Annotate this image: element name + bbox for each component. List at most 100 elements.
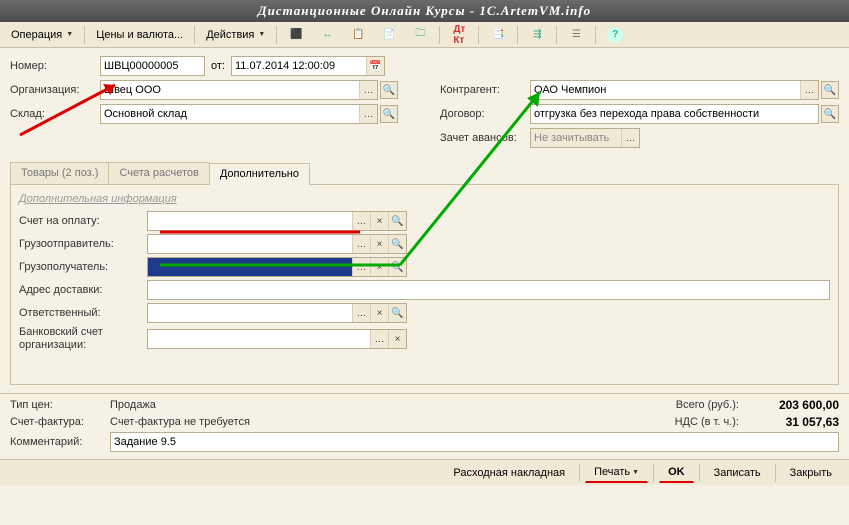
toolbar-icon-8[interactable]: ⇶ xyxy=(522,25,552,45)
contragent-input[interactable] xyxy=(531,81,800,99)
section-title: Дополнительная информация xyxy=(19,193,830,205)
bankacct-label: Банковский счет организации: xyxy=(19,326,147,352)
responsible-input[interactable] xyxy=(148,304,352,322)
contract-search-icon[interactable]: 🔍 xyxy=(821,105,839,123)
footer: Тип цен: Продажа Всего (руб.): 203 600,0… xyxy=(0,393,849,459)
ellipsis-icon[interactable]: … xyxy=(359,105,377,123)
ellipsis-icon[interactable]: … xyxy=(359,81,377,99)
ellipsis-icon[interactable]: … xyxy=(370,330,388,348)
contract-field[interactable] xyxy=(530,104,819,124)
warehouse-field[interactable]: … xyxy=(100,104,378,124)
tabs: Товары (2 поз.) Счета расчетов Дополните… xyxy=(10,162,839,185)
consignee-field[interactable]: …×🔍 xyxy=(147,257,407,277)
toolbar-icon-2[interactable]: ↔ xyxy=(312,25,342,45)
advance-field[interactable]: … xyxy=(530,128,640,148)
tab-accounts[interactable]: Счета расчетов xyxy=(108,162,209,184)
clear-icon[interactable]: × xyxy=(388,330,406,348)
chevron-down-icon: ▼ xyxy=(258,31,265,38)
actions-menu[interactable]: Действия ▼ xyxy=(199,25,272,45)
consignee-input[interactable] xyxy=(148,258,352,276)
shipper-input[interactable] xyxy=(148,235,352,253)
clear-icon[interactable]: × xyxy=(370,258,388,276)
invoice-input[interactable] xyxy=(148,212,352,230)
calendar-icon[interactable]: 📅 xyxy=(366,57,384,75)
invoice-field[interactable]: …×🔍 xyxy=(147,211,407,231)
tab-goods[interactable]: Товары (2 поз.) xyxy=(10,162,109,184)
prices-currency-button[interactable]: Цены и валюта... xyxy=(89,25,190,45)
toolbar: Операция▼ Цены и валюта... Действия ▼ ⬛ ↔… xyxy=(0,22,849,48)
number-input[interactable] xyxy=(101,57,204,75)
invoice: Счет-фактура не требуется xyxy=(110,416,250,428)
warehouse-search-icon[interactable]: 🔍 xyxy=(380,105,398,123)
search-icon[interactable]: 🔍 xyxy=(388,304,406,322)
close-button[interactable]: Закрыть xyxy=(781,463,841,483)
bankacct-input[interactable] xyxy=(148,330,370,348)
date-field[interactable]: 📅 xyxy=(231,56,385,76)
clear-icon[interactable]: × xyxy=(370,304,388,322)
ellipsis-icon[interactable]: … xyxy=(621,129,639,147)
search-icon[interactable]: 🔍 xyxy=(388,212,406,230)
warehouse-input[interactable] xyxy=(101,105,359,123)
date-input[interactable] xyxy=(232,57,366,75)
contragent-field[interactable]: … xyxy=(530,80,819,100)
operation-menu[interactable]: Операция▼ xyxy=(4,25,80,45)
operation-label: Операция xyxy=(11,29,62,41)
clear-icon[interactable]: × xyxy=(370,235,388,253)
advance-input xyxy=(531,129,621,147)
contragent-search-icon[interactable]: 🔍 xyxy=(821,81,839,99)
ellipsis-icon[interactable]: … xyxy=(800,81,818,99)
ellipsis-icon[interactable]: … xyxy=(352,258,370,276)
shipper-label: Грузоотправитель: xyxy=(19,238,147,250)
org-field[interactable]: … xyxy=(100,80,378,100)
search-icon[interactable]: 🔍 xyxy=(388,258,406,276)
separator xyxy=(653,464,654,482)
contract-input[interactable] xyxy=(531,105,818,123)
address-input[interactable] xyxy=(148,281,829,299)
contract-label: Договор: xyxy=(440,108,530,120)
contragent-label: Контрагент: xyxy=(440,84,530,96)
actions-label: Действия xyxy=(206,29,254,41)
bankacct-field[interactable]: …× xyxy=(147,329,407,349)
toolbar-icon-5[interactable]: 🗀 xyxy=(405,25,435,45)
ellipsis-icon[interactable]: … xyxy=(352,235,370,253)
number-field[interactable] xyxy=(100,56,205,76)
shipper-field[interactable]: …×🔍 xyxy=(147,234,407,254)
org-search-icon[interactable]: 🔍 xyxy=(380,81,398,99)
bottom-bar: Расходная накладная Печать▼ OK Записать … xyxy=(0,459,849,485)
separator xyxy=(439,26,440,44)
total: 203 600,00 xyxy=(739,398,839,412)
org-input[interactable] xyxy=(101,81,359,99)
ok-button[interactable]: OK xyxy=(659,463,694,483)
address-field[interactable] xyxy=(147,280,830,300)
address-label: Адрес доставки: xyxy=(19,284,147,296)
price-type-label: Тип цен: xyxy=(10,399,110,411)
tab-additional[interactable]: Дополнительно xyxy=(209,163,310,185)
separator xyxy=(556,26,557,44)
invoice-label: Счет-фактура: xyxy=(10,416,110,428)
toolbar-icon-6[interactable]: ДтКт xyxy=(444,25,474,45)
toolbar-icon-4[interactable]: 📄 xyxy=(374,25,404,45)
search-icon[interactable]: 🔍 xyxy=(388,235,406,253)
separator xyxy=(194,26,195,44)
help-icon[interactable]: ? xyxy=(600,25,630,45)
toolbar-icon-9[interactable]: ☰ xyxy=(561,25,591,45)
ellipsis-icon[interactable]: … xyxy=(352,304,370,322)
waybill-button[interactable]: Расходная накладная xyxy=(444,463,574,483)
separator xyxy=(595,26,596,44)
comment-input[interactable] xyxy=(111,433,838,451)
price-type: Продажа xyxy=(110,399,156,411)
ellipsis-icon[interactable]: … xyxy=(352,212,370,230)
number-label: Номер: xyxy=(10,60,100,72)
toolbar-icon-3[interactable]: 📋 xyxy=(343,25,373,45)
save-button[interactable]: Записать xyxy=(705,463,770,483)
comment-field[interactable] xyxy=(110,432,839,452)
responsible-field[interactable]: …×🔍 xyxy=(147,303,407,323)
print-button[interactable]: Печать▼ xyxy=(585,463,648,483)
comment-label: Комментарий: xyxy=(10,436,110,448)
tab-panel-additional: Дополнительная информация Счет на оплату… xyxy=(10,185,839,385)
separator xyxy=(276,26,277,44)
toolbar-icon-1[interactable]: ⬛ xyxy=(281,25,311,45)
org-label: Организация: xyxy=(10,84,100,96)
toolbar-icon-7[interactable]: 📑 xyxy=(483,25,513,45)
clear-icon[interactable]: × xyxy=(370,212,388,230)
